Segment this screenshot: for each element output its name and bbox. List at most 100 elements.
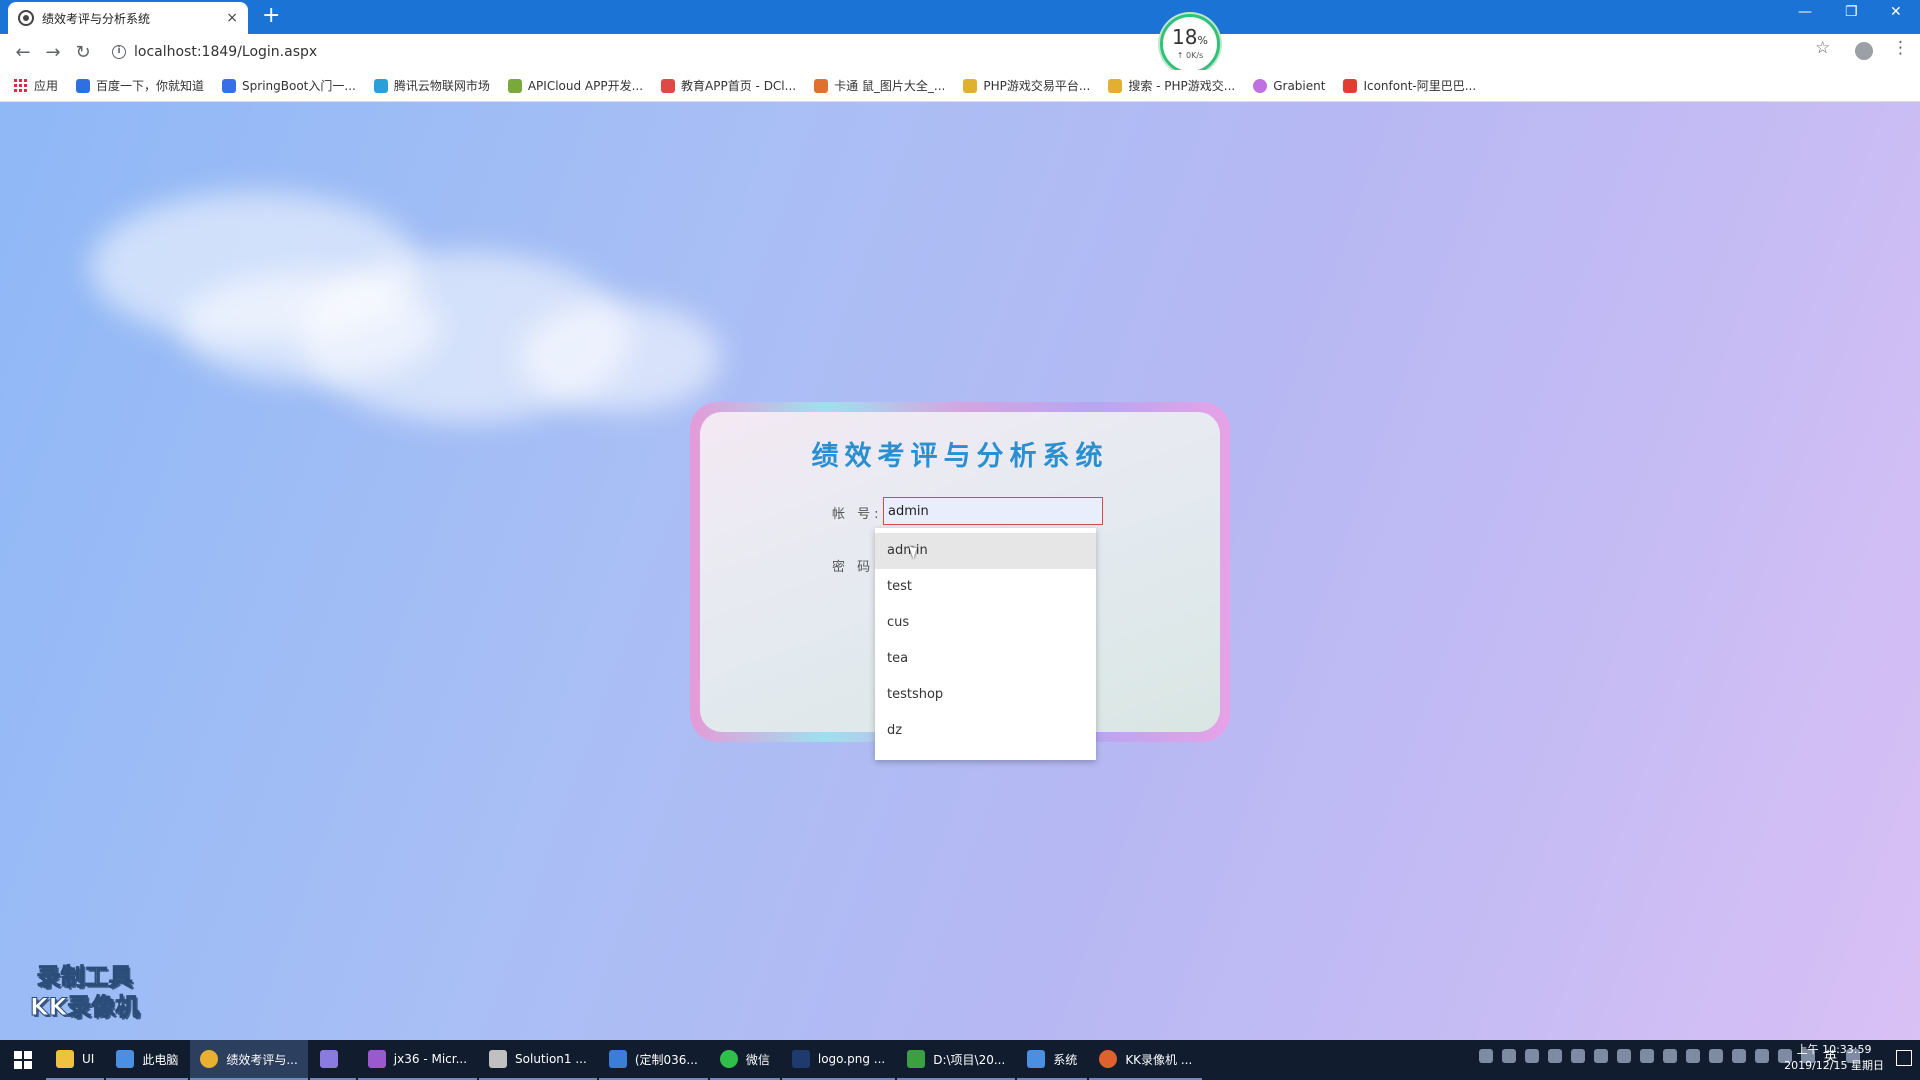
info-icon[interactable]: i (112, 45, 126, 59)
autocomplete-option[interactable]: test (875, 569, 1096, 605)
close-window-button[interactable]: ✕ (1890, 4, 1902, 20)
system-icon (1027, 1050, 1046, 1068)
taskbar-item[interactable] (309, 1040, 356, 1080)
tools-icon (489, 1050, 508, 1068)
taskbar-item[interactable]: jx36 - Micr... (357, 1040, 478, 1080)
bluetooth-icon[interactable] (1685, 1048, 1700, 1063)
network-icon[interactable] (1731, 1048, 1746, 1063)
account-autocomplete-list: admin test cus tea testshop dz (875, 528, 1096, 760)
bookmark-item[interactable]: Iconfont-阿里巴巴... (1343, 77, 1476, 94)
taskbar-label: D:\项目\20... (933, 1052, 1006, 1067)
bookmark-label: 腾讯云物联网市场 (393, 79, 490, 93)
bookmark-item[interactable]: SpringBoot入门一... (222, 77, 356, 94)
bookmark-item[interactable]: APICloud APP开发... (507, 77, 643, 94)
bookmark-label: Grabient (1273, 78, 1326, 93)
tray-app-icon[interactable] (1501, 1048, 1516, 1063)
bookmark-label: 应用 (34, 79, 59, 93)
taskbar-clock[interactable]: 上午 10:33:59 2019/12/15 星期日 (1784, 1042, 1884, 1074)
restore-button[interactable]: ❐ (1845, 4, 1858, 20)
image-search-icon (814, 78, 829, 93)
notepad-icon (907, 1050, 926, 1068)
autocomplete-option[interactable]: cus (875, 605, 1096, 641)
wifi-icon[interactable] (1754, 1048, 1769, 1063)
bookmark-label: 百度一下，你就知道 (96, 79, 205, 93)
autocomplete-option[interactable]: admin (875, 533, 1096, 569)
watermark-line: KK录像机 (29, 993, 140, 1022)
chrome-icon (200, 1050, 219, 1068)
bookmark-item[interactable]: PHP游戏交易平台... (963, 77, 1090, 94)
tray-app-icon[interactable] (1570, 1048, 1585, 1063)
nvidia-icon[interactable] (1616, 1048, 1631, 1063)
apicloud-icon (507, 78, 522, 93)
tray-app-icon[interactable] (1639, 1048, 1654, 1063)
tray-app-icon[interactable] (1547, 1048, 1562, 1063)
minimize-button[interactable]: — (1798, 4, 1812, 20)
bookmark-apps[interactable]: 应用 (14, 77, 58, 94)
taskbar-label: (定制036... (634, 1052, 698, 1067)
taskbar-item[interactable]: KK录像机 ... (1089, 1040, 1203, 1080)
taskbar-item[interactable]: 微信 (709, 1040, 780, 1080)
taskbar-item[interactable]: 系统 (1017, 1040, 1088, 1080)
start-button[interactable] (0, 1040, 46, 1080)
taskbar-item[interactable]: 此电脑 (106, 1040, 189, 1080)
bookmark-label: 卡通 鼠_图片大全_... (834, 79, 946, 93)
autocomplete-option[interactable]: dz (875, 713, 1096, 749)
bookmark-item[interactable]: 百度一下，你就知道 (76, 77, 204, 94)
menu-icon[interactable]: ⋮ (1892, 38, 1909, 58)
taskbar-label: jx36 - Micr... (393, 1052, 468, 1066)
profile-icon[interactable] (1855, 42, 1873, 60)
taskbar-item[interactable]: (定制036... (598, 1040, 708, 1080)
taskbar-item[interactable]: D:\项目\20... (897, 1040, 1016, 1080)
account-input[interactable] (883, 497, 1103, 525)
paw-icon (76, 78, 91, 93)
close-tab-icon[interactable]: × (226, 10, 238, 26)
bookmark-item[interactable]: Grabient (1253, 78, 1326, 93)
taskbar-item[interactable]: 绩效考评与... (190, 1040, 308, 1080)
bookmark-item[interactable]: 腾讯云物联网市场 (373, 77, 490, 94)
tray-app-icon[interactable] (1524, 1048, 1539, 1063)
wechat-tray-icon[interactable] (1593, 1048, 1608, 1063)
network-speed-widget[interactable]: 18% ↑ 0K/s (1160, 14, 1220, 74)
taskbar-label: UI (82, 1052, 95, 1066)
autocomplete-option[interactable]: tea (875, 641, 1096, 677)
app-icon (319, 1050, 338, 1068)
browser-tab[interactable]: 绩效考评与分析系统 × (8, 2, 248, 34)
onedrive-icon[interactable] (1662, 1048, 1677, 1063)
computer-icon (116, 1050, 135, 1068)
browser-toolbar: ← → ↻ i localhost:1849/Login.aspx (0, 34, 1920, 70)
forward-icon[interactable]: → (38, 42, 68, 63)
notification-icon[interactable] (1896, 1050, 1912, 1066)
url-text[interactable]: localhost:1849/Login.aspx (134, 44, 317, 60)
stack-icon (963, 78, 978, 93)
dcloud-icon (661, 78, 676, 93)
taskbar-label: 此电脑 (142, 1052, 179, 1067)
usb-icon[interactable] (1708, 1048, 1723, 1063)
code-editor-icon (608, 1050, 627, 1068)
pen-icon (222, 78, 237, 93)
new-tab-button[interactable]: + (262, 5, 280, 27)
windows-logo-icon (14, 1051, 32, 1069)
speed-percent: 18 (1172, 25, 1198, 49)
folder-icon (56, 1050, 74, 1068)
bookmark-star-icon[interactable]: ☆ (1815, 38, 1830, 58)
stack-icon (1108, 78, 1123, 93)
kk-recorder-icon (1099, 1050, 1118, 1068)
reload-icon[interactable]: ↻ (68, 42, 98, 63)
globe-icon (18, 10, 34, 26)
taskbar-item[interactable]: logo.png ... (781, 1040, 896, 1080)
bookmark-label: 搜索 - PHP游戏交... (1128, 79, 1236, 93)
taskbar-label: logo.png ... (817, 1052, 886, 1066)
taskbar-label: 绩效考评与... (226, 1052, 298, 1067)
battery-icon[interactable] (1478, 1048, 1493, 1063)
taskbar-item[interactable]: Solution1 ... (479, 1040, 597, 1080)
back-icon[interactable]: ← (8, 42, 38, 63)
bookmark-item[interactable]: 教育APP首页 - DCl... (661, 77, 796, 94)
taskbar-item[interactable]: UI (46, 1040, 105, 1080)
apps-grid-icon (14, 78, 28, 93)
address-bar[interactable]: i localhost:1849/Login.aspx (112, 38, 1792, 66)
account-label: 帐 号: (832, 507, 883, 522)
bookmark-item[interactable]: 搜索 - PHP游戏交... (1108, 77, 1235, 94)
autocomplete-option[interactable]: testshop (875, 677, 1096, 713)
gradient-icon (1253, 78, 1268, 93)
bookmark-item[interactable]: 卡通 鼠_图片大全_... (814, 77, 945, 94)
